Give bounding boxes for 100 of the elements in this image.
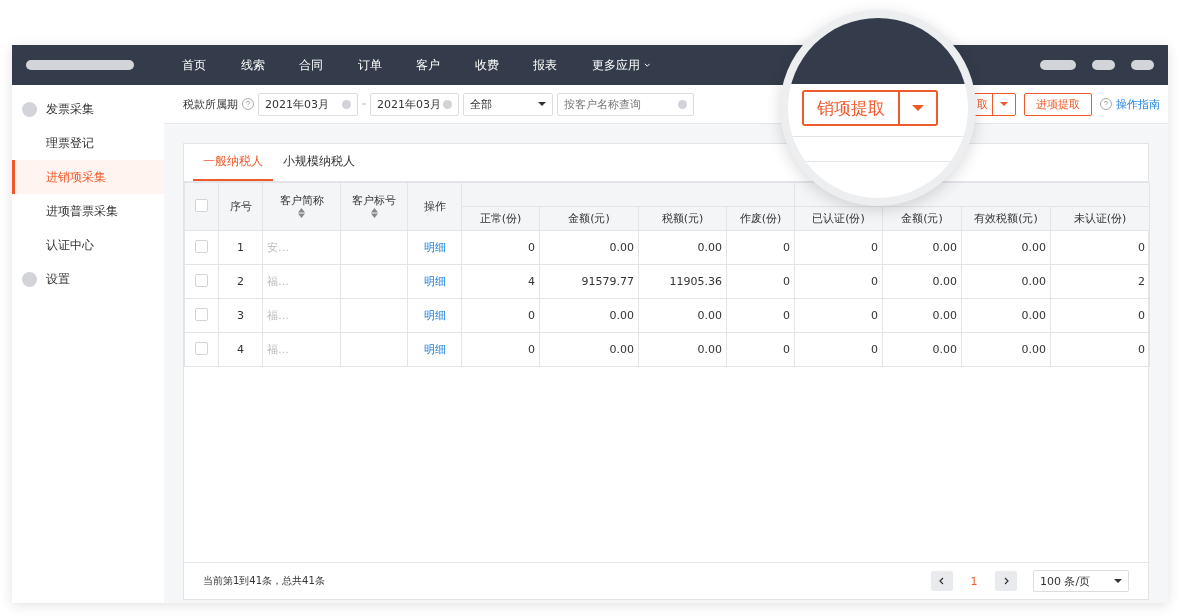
table-cell: 11905.36 — [669, 275, 722, 288]
table-cell: 0.00 — [1021, 343, 1046, 356]
sidebar-item[interactable]: 进项普票采集 — [12, 194, 164, 228]
table-cell: 0 — [1138, 343, 1145, 356]
checkbox[interactable] — [195, 198, 208, 212]
table-cell: 0 — [528, 241, 535, 254]
sidebar-item[interactable]: 设置 — [12, 262, 164, 296]
guide-link[interactable]: 操作指南 — [1116, 96, 1160, 112]
table-cell: 4 — [528, 275, 535, 288]
checkbox[interactable] — [195, 273, 208, 287]
table-cell: 0 — [1138, 309, 1145, 322]
table-cell: 福… — [267, 343, 289, 356]
table-cell: 0 — [871, 343, 878, 356]
table-cell: 0 — [783, 275, 790, 288]
caret-icon — [912, 105, 924, 111]
circle-icon — [22, 101, 37, 117]
checkbox[interactable] — [195, 341, 208, 355]
detail-link[interactable]: 明细 — [423, 275, 446, 288]
table-cell: 1 — [237, 241, 244, 254]
sidebar-item[interactable]: 理票登记 — [12, 126, 164, 160]
table-cell: 4 — [237, 343, 244, 356]
table-cell: 0.00 — [932, 309, 957, 322]
table-cell: 0.00 — [609, 343, 634, 356]
column-header: 客户标号 — [340, 182, 408, 231]
detail-link[interactable]: 明细 — [423, 343, 446, 356]
table-cell: 2 — [1138, 275, 1145, 288]
type-select[interactable]: 全部 — [463, 92, 553, 116]
nav-item[interactable]: 更多应用 — [591, 56, 650, 74]
sort-icon[interactable] — [370, 207, 378, 218]
nav-item[interactable]: 首页 — [182, 56, 241, 74]
table-cell: 0.00 — [1021, 309, 1046, 322]
table-cell: 0 — [871, 241, 878, 254]
column-header: 未认证(份) — [1050, 206, 1150, 231]
period-label: 税款所属期 — [183, 96, 238, 112]
sort-icon[interactable] — [298, 207, 305, 218]
caret-icon — [1114, 579, 1122, 583]
column-header: 有效税额(元) — [961, 206, 1051, 231]
sidebar-item[interactable]: 认证中心 — [12, 228, 164, 262]
table-cell: 0 — [783, 241, 790, 254]
nav-item[interactable]: 合同 — [299, 56, 358, 74]
column-header: 序号 — [218, 182, 263, 231]
detail-link[interactable]: 明细 — [423, 241, 446, 254]
search-field[interactable]: 按客户名称查询 — [557, 92, 694, 116]
column-header: 税额(元) — [638, 206, 727, 231]
end-date-field[interactable]: 2021年03月 — [370, 92, 459, 116]
table-cell: 91579.77 — [581, 275, 634, 288]
table-cell: 0.00 — [697, 241, 722, 254]
table-cell: 福… — [267, 275, 289, 288]
chevron-left-icon — [938, 577, 946, 585]
table-cell: 0 — [783, 343, 790, 356]
table-cell: 0.00 — [1021, 241, 1046, 254]
column-header: 已认证(份) — [794, 206, 883, 231]
table-cell: 0 — [1138, 241, 1145, 254]
previous-page-button[interactable] — [931, 571, 953, 591]
column-header: 操作 — [407, 182, 462, 231]
circle-icon — [22, 271, 37, 287]
column-header: 金额(元) — [539, 206, 639, 231]
table-cell: 0 — [871, 275, 878, 288]
checkbox[interactable] — [195, 307, 208, 321]
nav-item[interactable]: 报表 — [533, 56, 592, 74]
nav-item[interactable]: 客户 — [416, 56, 475, 74]
caret-icon — [538, 102, 546, 106]
clear-icon[interactable] — [678, 99, 687, 109]
table-cell: 0 — [783, 309, 790, 322]
table-cell: 福… — [267, 309, 289, 322]
table-cell: 0 — [528, 343, 535, 356]
page-size-select[interactable]: 100 条/页 — [1033, 570, 1129, 592]
table-cell: 0.00 — [932, 241, 957, 254]
table-cell: 0.00 — [609, 309, 634, 322]
table-cell: 0.00 — [609, 241, 634, 254]
table-cell: 0.00 — [932, 343, 957, 356]
caret-icon — [1000, 102, 1008, 106]
detail-link[interactable]: 明细 — [423, 309, 446, 322]
next-page-button[interactable] — [995, 571, 1017, 591]
table-cell: 0 — [528, 309, 535, 322]
nav-placeholder — [1040, 60, 1076, 70]
nav-placeholder — [1092, 60, 1115, 70]
table-cell: 3 — [237, 309, 244, 322]
table-cell: 0.00 — [697, 343, 722, 356]
nav-item[interactable]: 线索 — [240, 56, 299, 74]
input-extract-button[interactable]: 进项提取 — [1024, 92, 1092, 116]
tab[interactable]: 小规模纳税人 — [273, 144, 365, 181]
nav-placeholder — [1131, 60, 1154, 70]
nav-item[interactable]: 订单 — [357, 56, 416, 74]
split-button[interactable]: 取 — [972, 92, 1016, 116]
table-cell: 0.00 — [932, 275, 957, 288]
chevron-down-icon — [643, 61, 650, 69]
start-date-field[interactable]: 2021年03月 — [258, 92, 358, 116]
column-header: 客户简称 — [262, 182, 341, 231]
pagination-summary: 当前第1到41条，总共41条 — [203, 574, 325, 588]
table-cell: 0 — [871, 309, 878, 322]
table-cell: 安… — [267, 241, 289, 254]
table-cell: 2 — [237, 275, 244, 288]
nav-item[interactable]: 收费 — [474, 56, 533, 74]
sidebar-item[interactable]: 发票采集 — [12, 92, 164, 126]
dash-icon — [362, 103, 366, 105]
table-cell: 0.00 — [1021, 275, 1046, 288]
checkbox[interactable] — [195, 239, 208, 253]
chevron-right-icon — [1002, 577, 1010, 585]
table-cell: 0.00 — [697, 309, 722, 322]
